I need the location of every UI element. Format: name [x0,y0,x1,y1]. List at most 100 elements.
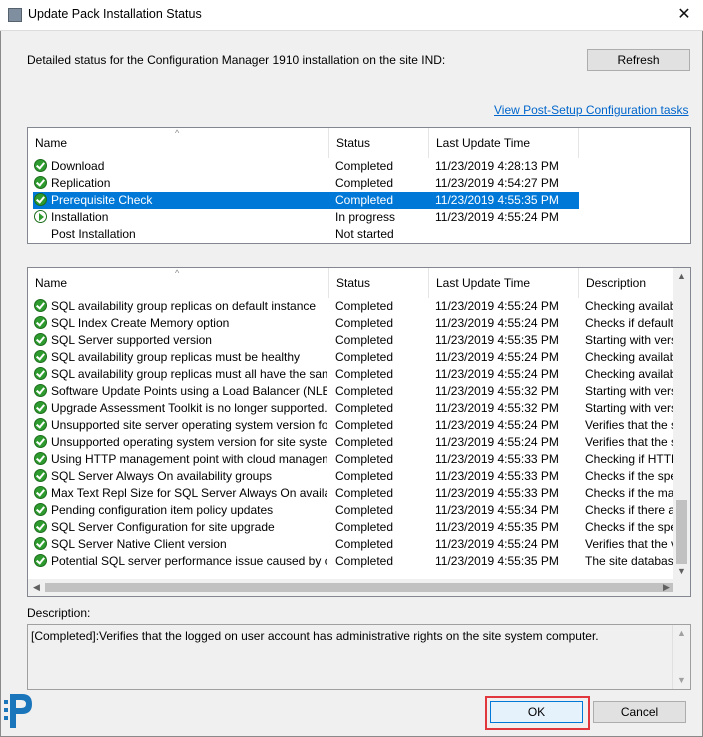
vertical-scrollbar[interactable]: ▲ ▼ [672,625,690,689]
list-item[interactable]: Potential SQL server performance issue c… [28,553,690,570]
list-item[interactable]: Replication Completed 11/23/2019 4:54:27 P… [28,175,690,192]
status-description-text: Detailed status for the Configuration Ma… [27,53,446,67]
column-header-status[interactable]: Status [329,268,429,298]
check-icon [34,469,47,482]
prerequisite-checks-list[interactable]: Name Status Last Update Time Description… [27,267,691,597]
cell-status: Completed [335,350,394,364]
cell-name: Unsupported site server operating system… [51,418,327,432]
scroll-left-icon[interactable]: ◀ [28,579,45,596]
cell-name: SQL availability group replicas on defau… [51,299,317,313]
cell-description: Checks if there are [585,503,675,517]
cell-description: Verifies that the sit [585,435,675,449]
description-box[interactable]: [Completed]:Verifies that the logged on … [27,624,691,690]
check-icon [34,384,47,397]
cell-description: Checking availabili [585,299,675,313]
list-item[interactable]: SQL Server Configuration for site upgrad… [28,519,690,536]
scroll-thumb[interactable] [45,583,673,592]
cell-last-update: 11/23/2019 4:55:33 PM [435,486,559,500]
cell-description: Checks if the max [585,486,675,500]
column-header-status[interactable]: Status [329,128,429,158]
list-item[interactable]: SQL availability group replicas must be … [28,349,690,366]
cell-description: Checks if default v [585,316,675,330]
list-item[interactable]: Prerequisite Check Completed 11/23/2019 4:… [28,192,690,209]
sort-ascending-icon: ^ [175,268,180,278]
scroll-up-icon[interactable]: ▲ [673,268,690,285]
check-icon [34,176,47,189]
list-item[interactable]: Download Completed 11/23/2019 4:28:13 PM [28,158,690,175]
horizontal-scrollbar[interactable]: ◀ ▶ [28,579,675,596]
cell-last-update [435,226,579,243]
list-item[interactable]: Max Text Repl Size for SQL Server Always… [28,485,690,502]
list-item[interactable]: Pending configuration item policy update… [28,502,690,519]
check-icon [34,299,47,312]
close-icon[interactable]: ✕ [673,4,695,26]
cell-name: SQL Server Native Client version [51,537,227,551]
list-item[interactable]: SQL Index Create Memory option Completed 1… [28,315,690,332]
list-item[interactable]: Using HTTP management point with cloud m… [28,451,690,468]
list-item[interactable]: SQL Server Always On availability groups… [28,468,690,485]
cell-name: Max Text Repl Size for SQL Server Always… [51,486,327,500]
list-item[interactable]: Post Installation Not started [28,226,690,243]
cell-name: Using HTTP management point with cloud m… [51,452,327,466]
cell-status: Completed [335,176,394,190]
description-text: [Completed]:Verifies that the logged on … [31,629,599,643]
sort-ascending-icon: ^ [175,128,180,138]
cell-description: Checking if HTTP [585,452,675,466]
cell-status: Completed [335,299,394,313]
list-header: Name Status Last Update Time Description… [28,268,690,298]
list-item[interactable]: SQL availability group replicas must all… [28,366,690,383]
list-item[interactable]: SQL Server supported version Completed 11/… [28,332,690,349]
cell-name: Unsupported operating system version for… [51,435,327,449]
scroll-down-icon[interactable]: ▼ [673,672,690,689]
list-item[interactable]: Upgrade Assessment Toolkit is no longer … [28,400,690,417]
cell-status: Completed [335,333,394,347]
list-item[interactable]: Installation In progress 11/23/2019 4:55:2… [28,209,690,226]
refresh-button[interactable]: Refresh [587,49,690,71]
scroll-thumb[interactable] [676,500,687,564]
check-icon [34,537,47,550]
cancel-button[interactable]: Cancel [593,701,686,723]
check-icon [34,350,47,363]
cell-last-update: 11/23/2019 4:55:24 PM [435,316,559,330]
cell-status: Not started [335,227,394,241]
check-icon [34,503,47,516]
scroll-down-icon[interactable]: ▼ [673,563,690,580]
cell-last-update: 11/23/2019 4:55:32 PM [435,401,559,415]
cell-name: Post Installation [51,227,136,241]
check-icon [34,486,47,499]
list-item[interactable]: SQL availability group replicas on defau… [28,298,690,315]
cell-last-update: 11/23/2019 4:55:35 PM [435,554,559,568]
list-item[interactable]: Software Update Points using a Load Bala… [28,383,690,400]
list-item[interactable]: SQL Server Native Client version Complete… [28,536,690,553]
cell-status: Completed [335,537,394,551]
installation-steps-list[interactable]: Name Status Last Update Time ^ Download C… [27,127,691,244]
scroll-up-icon[interactable]: ▲ [673,625,690,642]
title-bar: Update Pack Installation Status ✕ [0,0,703,31]
check-icon [34,193,47,206]
list-item[interactable]: Unsupported site server operating system… [28,417,690,434]
cell-status: Completed [335,384,394,398]
cell-name: Prerequisite Check [51,193,153,207]
cell-last-update: 11/23/2019 4:55:24 PM [435,210,559,224]
check-icon [34,452,47,465]
cell-status: Completed [335,452,394,466]
vertical-scrollbar[interactable]: ▲ ▼ [673,268,690,580]
column-header-last-update[interactable]: Last Update Time [429,268,579,298]
column-header-description[interactable]: Description [579,268,679,298]
cell-last-update: 11/23/2019 4:55:24 PM [435,367,559,381]
ok-button[interactable]: OK [490,701,583,723]
app-icon [8,8,22,22]
cell-last-update: 11/23/2019 4:55:33 PM [435,469,559,483]
check-icon [34,554,47,567]
column-header-last-update[interactable]: Last Update Time [429,128,579,158]
check-icon [34,333,47,346]
in-progress-icon [34,210,47,223]
cell-description: Verifies that the sit [585,418,675,432]
cell-last-update: 11/23/2019 4:55:33 PM [435,452,559,466]
window-title: Update Pack Installation Status [28,7,202,21]
post-setup-tasks-link[interactable]: View Post-Setup Configuration tasks [494,103,689,117]
cell-name: SQL Server Configuration for site upgrad… [51,520,275,534]
cell-last-update: 11/23/2019 4:55:35 PM [435,520,559,534]
cell-status: Completed [335,193,394,207]
list-item[interactable]: Unsupported operating system version for… [28,434,690,451]
